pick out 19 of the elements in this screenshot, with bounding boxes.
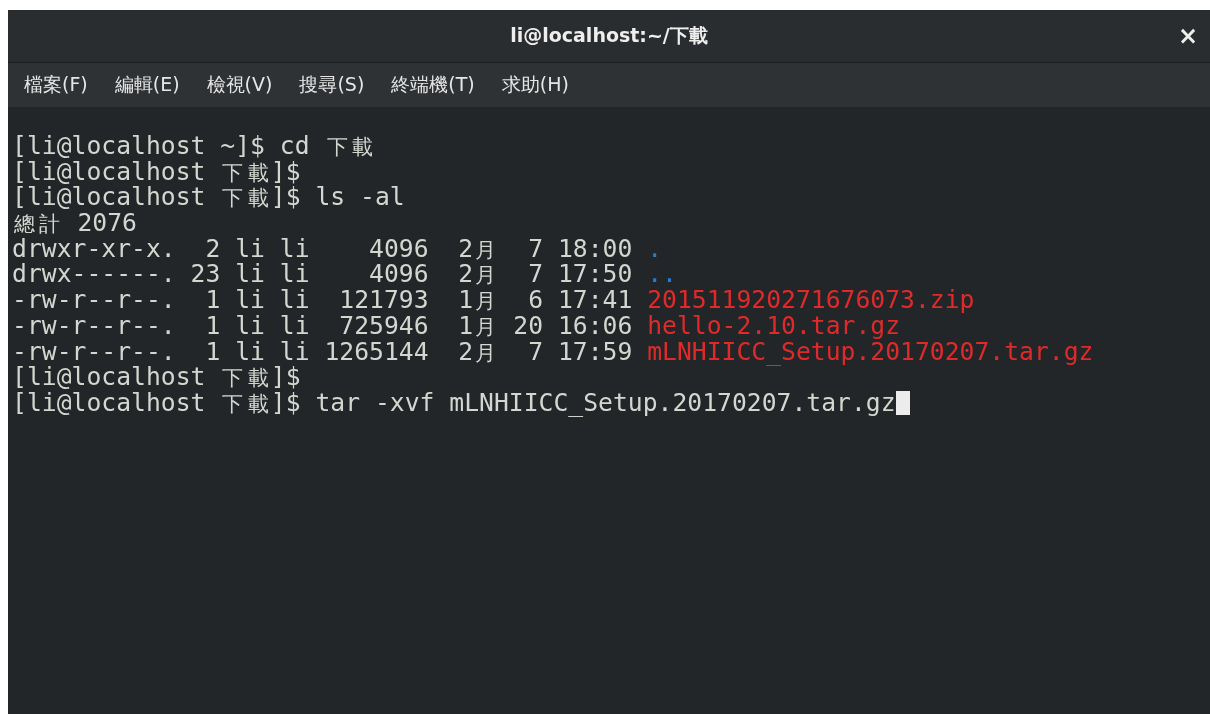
terminal-line: -rw-r--r--. 1 li li 725946 1月 20 16:06 hello-2.10.tar.gz [12, 312, 900, 339]
terminal-line: [li@localhost 下載]$ [12, 158, 301, 185]
menu-item[interactable]: 檢視(V) [204, 72, 281, 98]
window-title: li@localhost:~/下載 [510, 23, 708, 48]
menu-item[interactable]: 求助(H) [499, 72, 577, 98]
menu-item[interactable]: 檔案(F) [22, 72, 96, 98]
terminal-line: 總計 2076 [13, 210, 137, 236]
terminal-line: -rw-r--r--. 1 li li 121793 1月 6 17:41 201511920271676073.zip [12, 287, 975, 313]
terminal-line: drwxr-xr-x. 2 li li 4096 2月 7 18:00 . [12, 235, 662, 262]
terminal-line: [li@localhost ~]$ cd 下載 [12, 133, 374, 159]
terminal-line: [li@localhost 下載]$ [12, 364, 301, 390]
close-button[interactable]: × [1173, 22, 1202, 50]
terminal-line: [li@localhost 下載]$ tar -xvf mLNHIICC_Setup.20170207.tar.gz [12, 389, 896, 416]
terminal-line: -rw-r--r--. 1 li li 1265144 2月 7 17:59 mLNHIICC_Setup.20170207.tar.gz [12, 338, 1094, 365]
menu-item[interactable]: 終端機(T) [389, 72, 483, 98]
menu-item[interactable]: 搜尋(S) [297, 72, 373, 98]
terminal-line: [li@localhost 下載]$ ls -al [12, 184, 405, 211]
terminal-line: drwx------. 23 li li 4096 2月 7 17:50 .. [12, 261, 677, 288]
menu-item[interactable]: 編輯(E) [112, 72, 188, 98]
